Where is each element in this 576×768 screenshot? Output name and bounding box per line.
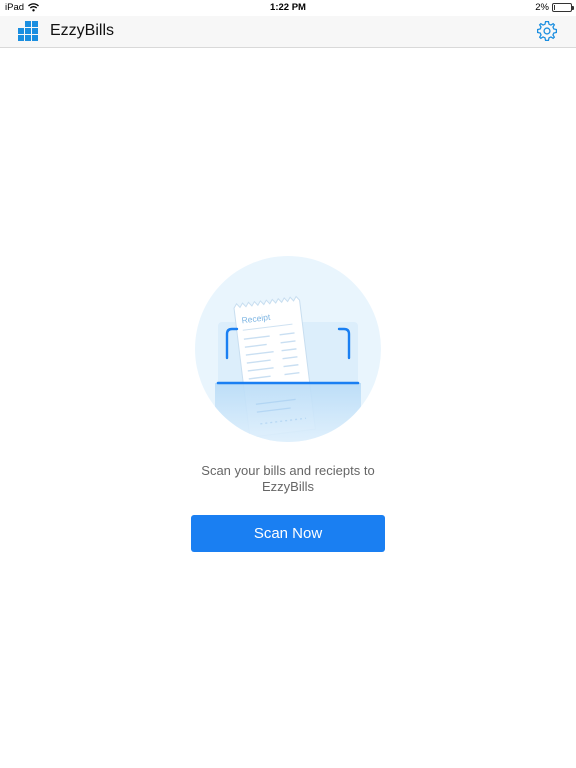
nav-bar: EzzyBills xyxy=(0,16,576,48)
status-time: 1:22 PM xyxy=(270,2,306,13)
receipt-scan-illustration: Receipt xyxy=(195,256,381,442)
settings-button[interactable] xyxy=(536,20,558,42)
scan-message: Scan your bills and reciepts to EzzyBill… xyxy=(0,463,576,495)
battery-fill xyxy=(554,5,555,10)
status-bar: iPad 1:22 PM 2% xyxy=(0,0,576,16)
scan-message-line1: Scan your bills and reciepts to xyxy=(201,463,375,478)
scan-now-button[interactable]: Scan Now xyxy=(191,515,385,552)
status-right: 2% xyxy=(535,2,574,13)
app-title: EzzyBills xyxy=(50,22,115,39)
ezzybills-logo-icon xyxy=(18,21,38,41)
battery-icon xyxy=(552,3,574,12)
scan-message-line2: EzzyBills xyxy=(261,479,314,494)
battery-percent: 2% xyxy=(535,2,549,13)
gear-icon xyxy=(537,21,557,41)
